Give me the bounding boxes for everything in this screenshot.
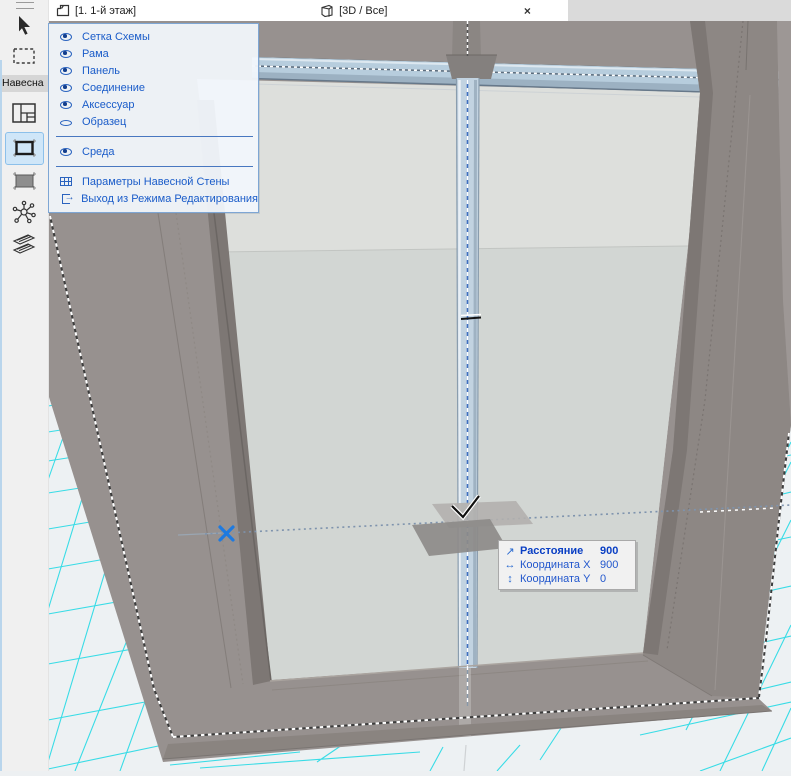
table-icon <box>58 177 74 186</box>
window-edge <box>0 60 2 771</box>
tab-3d-view[interactable]: [3D / Все] <box>312 0 395 21</box>
eye-open-icon <box>58 84 74 92</box>
close-icon[interactable]: × <box>517 0 537 21</box>
menu-item-frame[interactable]: Рама <box>49 45 258 62</box>
menu-separator <box>56 136 253 137</box>
menu-item-environment[interactable]: Среда <box>49 143 258 160</box>
arrow-tool-button[interactable] <box>0 13 48 39</box>
eye-open-icon <box>58 33 74 41</box>
menu-separator <box>56 166 253 167</box>
tracker-row-coordinate-x: ↔ Координата X 900 <box>499 558 635 572</box>
panel-icon <box>10 170 38 192</box>
selected-mullion[interactable] <box>456 78 481 668</box>
distance-value[interactable]: 900 <box>600 545 618 557</box>
eye-open-icon <box>58 67 74 75</box>
menu-item-accessory[interactable]: Аксессуар <box>49 96 258 113</box>
coordinate-y-value[interactable]: 0 <box>600 573 606 585</box>
floor-plan-tab-icon <box>56 4 70 17</box>
arrow-cursor-icon <box>12 14 36 38</box>
toolbox-palette: Навесна <box>0 0 49 771</box>
tracker-row-coordinate-y: ↕ Координата Y 0 <box>499 572 635 586</box>
eye-closed-icon <box>58 118 74 126</box>
frame-icon <box>10 136 38 160</box>
curtain-wall-edit-menu: Сетка Схемы Рама Панель Соединение Аксес… <box>48 23 259 213</box>
coordinate-tracker: ↗ Расстояние 900 ↔ Координата X 900 ↕ Ко… <box>498 540 636 590</box>
accessory-tool-button[interactable] <box>0 231 48 257</box>
junction-tool-button[interactable] <box>0 200 48 226</box>
tab-strip: [1. 1-й этаж] [3D / Все] × <box>48 0 568 21</box>
tab-label: [1. 1-й этаж] <box>75 5 136 17</box>
exit-icon <box>58 194 73 204</box>
junction-icon <box>11 200 37 226</box>
panel-tool-button[interactable] <box>0 168 48 194</box>
menu-item-panel[interactable]: Панель <box>49 62 258 79</box>
accessory-icon <box>10 232 38 256</box>
menu-item-scheme-grid[interactable]: Сетка Схемы <box>49 28 258 45</box>
coordinate-x-value[interactable]: 900 <box>600 559 618 571</box>
horizontal-arrow-icon: ↔ <box>502 559 518 571</box>
menu-item-junction[interactable]: Соединение <box>49 79 258 96</box>
menu-item-curtain-wall-settings[interactable]: Параметры Навесной Стены <box>49 173 258 190</box>
marquee-icon <box>11 45 37 67</box>
3d-box-tab-icon <box>320 4 334 18</box>
scheme-grid-icon <box>11 102 37 124</box>
menu-item-sample[interactable]: Образец <box>49 113 258 130</box>
midpoint-snap-marker <box>461 315 481 316</box>
tab-floor-plan[interactable]: [1. 1-й этаж] <box>48 0 144 21</box>
scheme-grid-tool-button[interactable] <box>0 100 48 126</box>
eye-open-icon <box>58 50 74 58</box>
tab-label: [3D / Все] <box>339 5 387 17</box>
marquee-tool-button[interactable] <box>0 43 48 69</box>
frame-tool-button[interactable] <box>0 135 48 161</box>
eye-open-icon <box>58 101 74 109</box>
tracker-row-distance: ↗ Расстояние 900 <box>499 544 635 558</box>
menu-item-exit-edit-mode[interactable]: Выход из Режима Редактирования <box>49 190 258 207</box>
archicad-curtain-wall-edit-window: { "window": { "tabs": [ {"label": "[1. 1… <box>0 0 791 771</box>
palette-caption: Навесна <box>0 75 48 92</box>
vertical-arrow-icon: ↕ <box>502 573 518 585</box>
view-tab-bar: [1. 1-й этаж] [3D / Все] × <box>48 0 791 21</box>
palette-handle[interactable] <box>16 2 34 9</box>
eye-open-icon <box>58 148 74 156</box>
diagonal-arrow-icon: ↗ <box>502 545 518 558</box>
